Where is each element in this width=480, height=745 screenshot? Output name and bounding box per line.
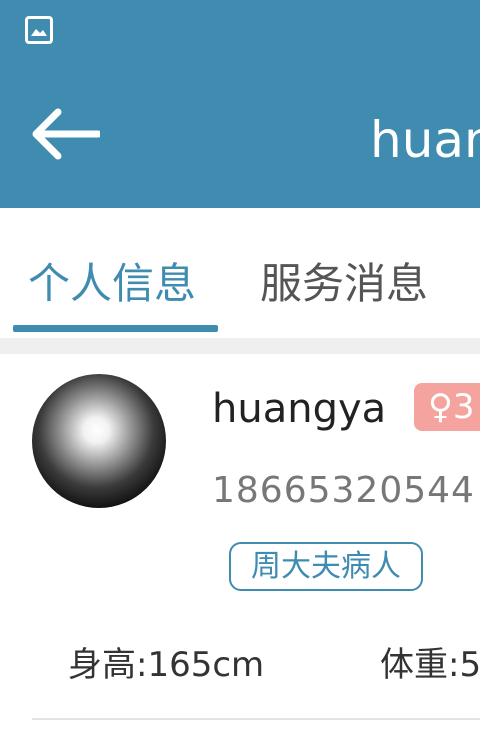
page-title: huan <box>370 111 480 169</box>
active-tab-indicator <box>13 325 218 332</box>
doctor-patient-tag: 周大夫病人 <box>229 542 423 591</box>
weight-value: 体重:5 <box>380 645 480 685</box>
gender-badge: ♀3 <box>414 383 480 431</box>
avatar[interactable] <box>32 374 166 508</box>
arrow-left-icon <box>32 108 102 160</box>
section-divider <box>0 338 480 354</box>
tab-personal-info[interactable]: 个人信息 <box>28 256 196 312</box>
female-icon: ♀ <box>428 387 453 427</box>
app-bar: huan <box>0 0 480 208</box>
gender-badge-text: 3 <box>452 387 475 427</box>
back-button[interactable] <box>28 106 102 162</box>
tab-service-messages[interactable]: 服务消息 <box>260 256 428 312</box>
tab-bar: 个人信息 服务消息 <box>0 208 480 338</box>
row-divider <box>32 718 480 720</box>
user-name: huangya <box>212 386 387 432</box>
height-value: 身高:165cm <box>68 645 265 685</box>
phone-number: 18665320544 <box>212 470 475 511</box>
image-icon <box>25 16 53 44</box>
patient-profile-screen: huan 个人信息 服务消息 huangya ♀3 18665320544 周大… <box>0 0 480 745</box>
